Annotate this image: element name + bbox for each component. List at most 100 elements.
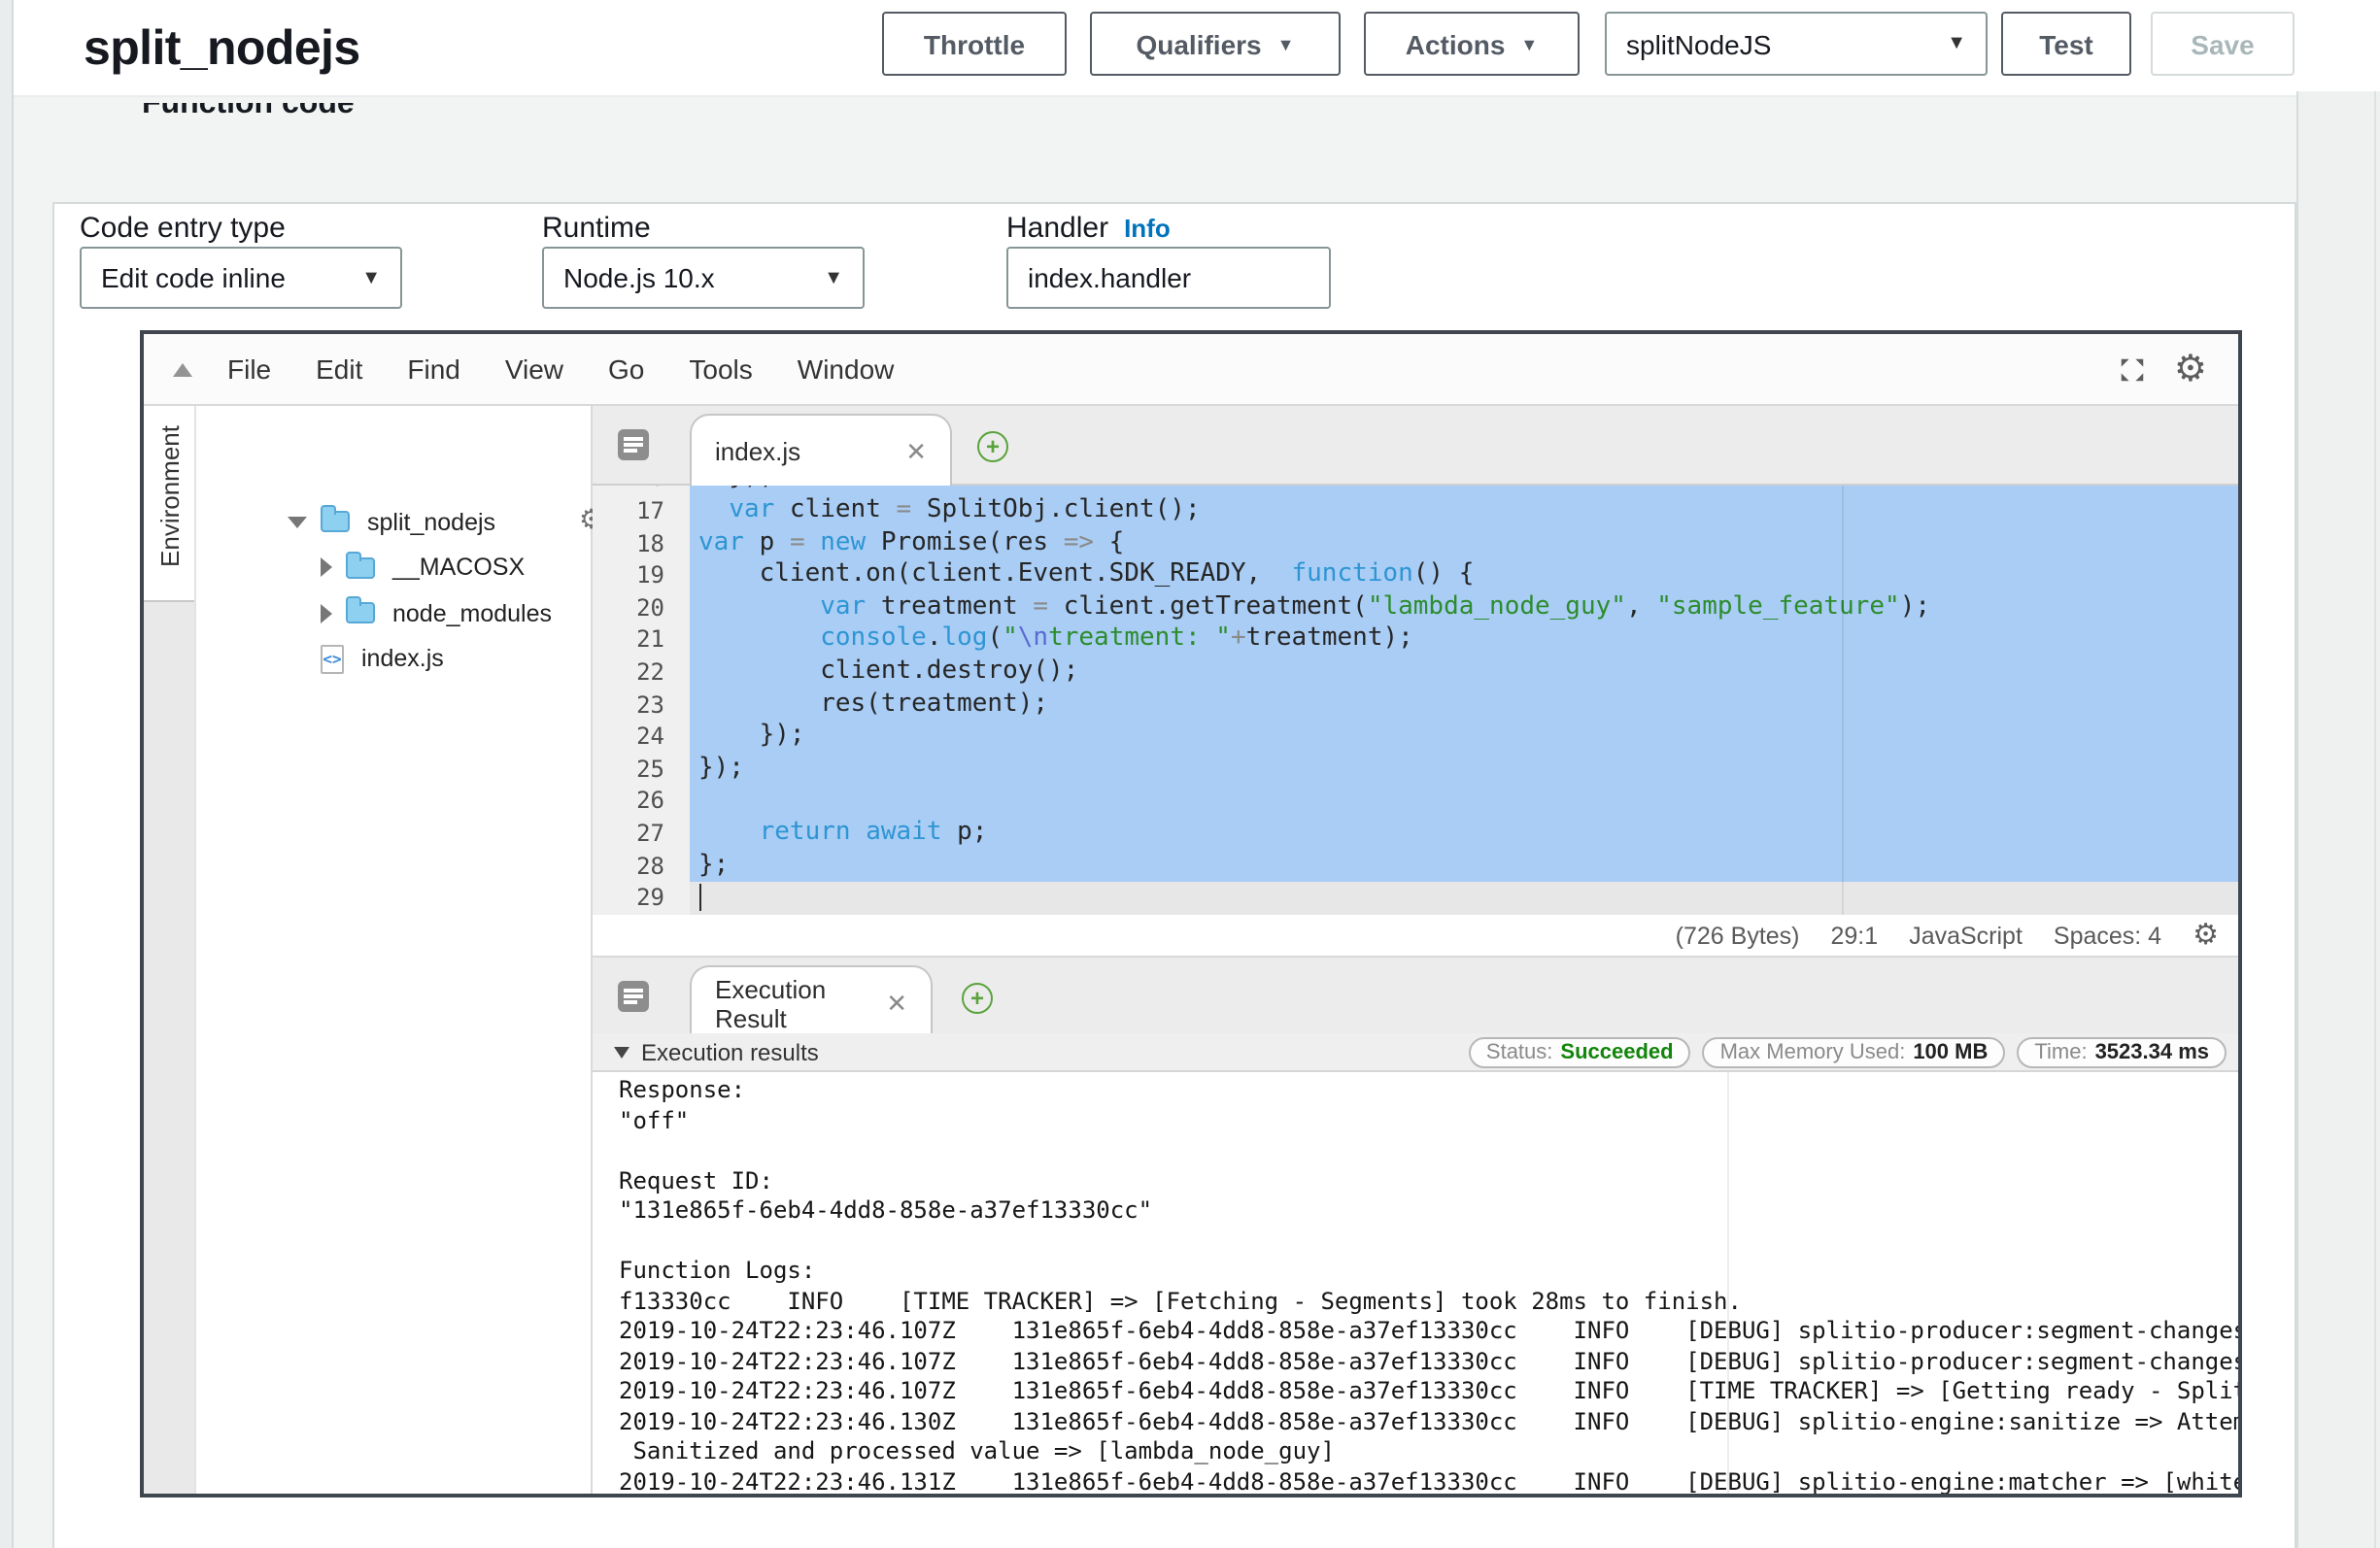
throttle-button[interactable]: Throttle: [882, 12, 1067, 76]
test-event-select[interactable]: splitNodeJS▼: [1605, 12, 1988, 76]
handler-label: HandlerInfo: [1006, 212, 1171, 245]
tree-item-__MACOSX[interactable]: __MACOSX: [196, 545, 591, 589]
menu-item-edit[interactable]: Edit: [316, 353, 362, 385]
execution-log-output[interactable]: Response:"off" Request ID:"131e865f-6eb4…: [593, 1072, 2238, 1494]
ide-settings-gear-icon[interactable]: ⚙: [2174, 351, 2207, 387]
code-line-19[interactable]: client.on(client.Event.SDK_READY, functi…: [690, 559, 2238, 591]
left-nav-rail: [0, 0, 14, 1548]
tree-item-index.js[interactable]: <>index.js: [196, 636, 591, 681]
tab-list-icon[interactable]: [618, 981, 649, 1012]
menu-item-file[interactable]: File: [227, 353, 271, 385]
file-tree-panel: split_nodejs⚙ __MACOSX node_modules <>index…: [196, 406, 593, 1494]
ide-side-tabstrip: Environment: [144, 406, 196, 1494]
handler-input[interactable]: [1006, 247, 1331, 309]
tree-item-node_modules[interactable]: node_modules: [196, 590, 591, 635]
tree-item-label: node_modules: [392, 599, 552, 626]
qualifiers-button[interactable]: Qualifiers▼: [1090, 12, 1341, 76]
print-margin-line: [1842, 486, 1844, 915]
code-entry-type-select[interactable]: Edit code inline▼: [80, 247, 402, 309]
tab-list-icon[interactable]: [618, 429, 649, 460]
code-line-18[interactable]: var p = new Promise(res => {: [690, 527, 2238, 559]
code-lines: }); var client = SplitObj.client();var p…: [690, 486, 2238, 915]
tab-execution-result[interactable]: Execution Result ✕: [690, 965, 933, 1039]
tabstrip-track: [144, 600, 194, 1494]
tree-item-split_nodejs[interactable]: split_nodejs⚙: [196, 499, 591, 544]
gutter-line-number: 27: [593, 818, 690, 850]
function-header: split_nodejs Throttle Qualifiers▼ Action…: [14, 0, 2380, 97]
save-button[interactable]: Save: [2151, 12, 2295, 76]
result-badges: Status:SucceededMax Memory Used:100 MBTi…: [1469, 1036, 2227, 1067]
collapse-triangle-icon[interactable]: [614, 1046, 629, 1058]
code-line-22[interactable]: client.destroy();: [690, 656, 2238, 689]
lambda-console-page: split_nodejs Throttle Qualifiers▼ Action…: [0, 0, 2380, 1548]
indentation-setting[interactable]: Spaces: 4: [2054, 922, 2161, 949]
code-line-21[interactable]: console.log("\ntreatment: "+treatment);: [690, 624, 2238, 656]
code-line-23[interactable]: res(treatment);: [690, 689, 2238, 721]
new-tab-plus-icon[interactable]: +: [962, 983, 993, 1014]
cursor-position[interactable]: 29:1: [1831, 922, 1879, 949]
code-line-26[interactable]: [690, 786, 2238, 818]
chevron-down-icon: ▼: [824, 267, 843, 288]
page-scrollbar-track[interactable]: [2296, 91, 2380, 1548]
file-size: (726 Bytes): [1676, 922, 1800, 949]
code-line-28[interactable]: };: [690, 850, 2238, 882]
menu-item-tools[interactable]: Tools: [689, 353, 752, 385]
log-line: "off": [619, 1106, 2238, 1136]
menu-item-go[interactable]: Go: [608, 353, 644, 385]
menu-items: File Edit Find View Go Tools Window: [227, 353, 894, 385]
caret-down-icon[interactable]: [288, 516, 307, 527]
gutter-line-number: 17: [593, 495, 690, 527]
fullscreen-icon[interactable]: [2118, 354, 2147, 384]
code-line-24[interactable]: });: [690, 721, 2238, 753]
gutter-line-number: 20: [593, 592, 690, 624]
gutter-line-number: 22: [593, 656, 690, 689]
new-tab-plus-icon[interactable]: +: [977, 431, 1008, 462]
editor-statusbar: (726 Bytes) 29:1 JavaScript Spaces: 4 ⚙: [593, 915, 2238, 958]
log-line: 2019-10-24T22:23:46.131Z 131e865f-6eb4-4…: [619, 1467, 2238, 1494]
menu-item-find[interactable]: Find: [407, 353, 459, 385]
runtime-select[interactable]: Node.js 10.x▼: [542, 247, 865, 309]
environment-tab[interactable]: Environment: [144, 406, 194, 600]
log-line: 2019-10-24T22:23:46.107Z 131e865f-6eb4-4…: [619, 1347, 2238, 1377]
menu-item-window[interactable]: Window: [798, 353, 895, 385]
editor-main: index.js ✕ + 161718192021222324252627282…: [593, 406, 2238, 1494]
handler-info-link[interactable]: Info: [1124, 214, 1171, 243]
code-line-20[interactable]: var treatment = client.getTreatment("lam…: [690, 592, 2238, 624]
line-number-gutter: 1617181920212223242526272829: [593, 486, 690, 915]
gutter-line-number: 29: [593, 882, 690, 914]
close-tab-icon[interactable]: ✕: [905, 436, 927, 467]
close-tab-icon[interactable]: ✕: [886, 988, 907, 1019]
code-line-25[interactable]: });: [690, 754, 2238, 786]
log-line: Function Logs:: [619, 1257, 2238, 1287]
log-line: 2019-10-24T22:23:46.107Z 131e865f-6eb4-4…: [619, 1317, 2238, 1347]
test-button[interactable]: Test: [2001, 12, 2131, 76]
actions-button[interactable]: Actions▼: [1364, 12, 1580, 76]
code-line-17[interactable]: var client = SplitObj.client();: [690, 495, 2238, 527]
statusbar-gear-icon[interactable]: ⚙: [2193, 921, 2219, 950]
log-line: 2019-10-24T22:23:46.130Z 131e865f-6eb4-4…: [619, 1407, 2238, 1437]
gutter-line-number: 23: [593, 689, 690, 721]
caret-right-icon[interactable]: [321, 557, 332, 577]
execution-results-header: Execution results Status:SucceededMax Me…: [593, 1033, 2238, 1072]
folder-icon: [321, 511, 350, 532]
code-line-16[interactable]: });: [690, 486, 2238, 495]
ide-menubar: File Edit Find View Go Tools Window ⚙: [144, 334, 2238, 406]
environment-tab-label: Environment: [155, 425, 185, 567]
code-line-29[interactable]: [690, 882, 2238, 914]
js-file-icon: <>: [321, 644, 344, 673]
log-line: [619, 1136, 2238, 1166]
tree-item-label: __MACOSX: [392, 554, 525, 581]
chevron-down-icon: ▼: [361, 267, 381, 288]
code-line-27[interactable]: return await p;: [690, 818, 2238, 850]
execution-results-title: Execution results: [641, 1038, 819, 1065]
collapse-menubar-icon[interactable]: [173, 362, 192, 376]
code-editor-ide: File Edit Find View Go Tools Window ⚙ Environm…: [140, 330, 2242, 1498]
tab-indexjs[interactable]: index.js ✕: [690, 414, 952, 488]
gutter-line-number: 19: [593, 559, 690, 591]
editor-tabrow: index.js ✕ +: [593, 406, 2238, 486]
gutter-line-number: 21: [593, 624, 690, 656]
menu-item-view[interactable]: View: [505, 353, 563, 385]
caret-right-icon[interactable]: [321, 603, 332, 623]
code-area[interactable]: 1617181920212223242526272829 }); var cli…: [593, 486, 2238, 915]
language-mode[interactable]: JavaScript: [1909, 922, 2023, 949]
